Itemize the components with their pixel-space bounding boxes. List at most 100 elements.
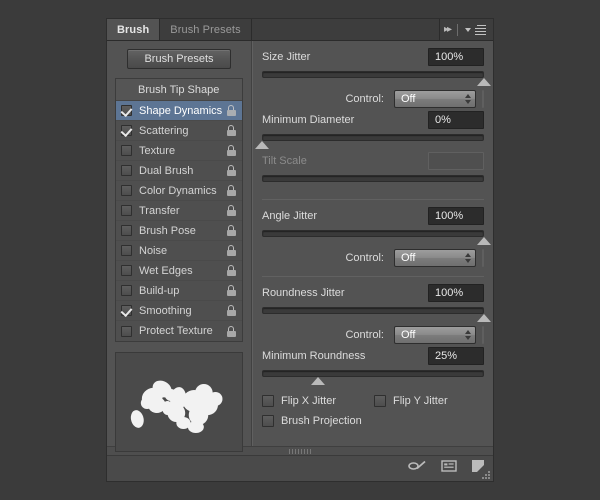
padlock-open-icon[interactable] bbox=[227, 265, 236, 276]
panel-menu-lines-icon bbox=[473, 24, 486, 35]
padlock-open-icon[interactable] bbox=[227, 105, 236, 116]
padlock-open-icon[interactable] bbox=[227, 185, 236, 196]
checkbox-wet-edges[interactable] bbox=[121, 265, 132, 276]
option-row-smoothing[interactable]: Smoothing bbox=[116, 301, 242, 321]
option-row-brush-pose[interactable]: Brush Pose bbox=[116, 221, 242, 241]
select-value: Off bbox=[401, 93, 416, 105]
checkbox-dual-brush[interactable] bbox=[121, 165, 132, 176]
padlock-open-icon[interactable] bbox=[227, 165, 236, 176]
checkbox-build-up[interactable] bbox=[121, 285, 132, 296]
padlock-open-icon[interactable] bbox=[227, 225, 236, 236]
padlock-open-icon[interactable] bbox=[227, 205, 236, 216]
brush-tip-shape-header[interactable]: Brush Tip Shape bbox=[116, 79, 242, 101]
checkbox-brush-pose[interactable] bbox=[121, 225, 132, 236]
roundness-jitter-value[interactable]: 100% bbox=[428, 284, 484, 302]
panel-body: Brush Presets Brush Tip Shape Shape Dyna… bbox=[107, 41, 493, 452]
option-label: Wet Edges bbox=[139, 264, 193, 277]
divider bbox=[262, 199, 484, 200]
tab-brush-label: Brush bbox=[117, 23, 150, 36]
option-row-scattering[interactable]: Scattering bbox=[116, 121, 242, 141]
checkbox-flip-y-jitter[interactable] bbox=[374, 395, 386, 407]
minimum-diameter-slider[interactable] bbox=[255, 133, 484, 149]
checkbox-smoothing[interactable] bbox=[121, 305, 132, 316]
option-row-texture[interactable]: Texture bbox=[116, 141, 242, 161]
scroll-grip-icon bbox=[289, 448, 311, 454]
option-row-protect-texture[interactable]: Protect Texture bbox=[116, 321, 242, 341]
size-jitter-value[interactable]: 100% bbox=[428, 48, 484, 66]
checkbox-texture[interactable] bbox=[121, 145, 132, 156]
angle-jitter-control-extra bbox=[482, 249, 484, 267]
slider-thumb[interactable] bbox=[310, 377, 325, 385]
tab-brush[interactable]: Brush bbox=[107, 19, 161, 40]
tab-brush-presets[interactable]: Brush Presets bbox=[160, 19, 252, 40]
padlock-open-icon[interactable] bbox=[227, 305, 236, 316]
brush-preview-wrap bbox=[107, 342, 251, 452]
option-row-build-up[interactable]: Build-up bbox=[116, 281, 242, 301]
slider-thumb[interactable] bbox=[255, 141, 269, 149]
size-jitter-control-select[interactable]: Off bbox=[394, 90, 476, 108]
minimum-roundness-label: Minimum Roundness bbox=[262, 350, 366, 362]
angle-jitter-value[interactable]: 100% bbox=[428, 207, 484, 225]
spinner-icon bbox=[465, 94, 471, 104]
padlock-open-icon[interactable] bbox=[227, 245, 236, 256]
slider-thumb[interactable] bbox=[477, 314, 491, 322]
size-jitter-label: Size Jitter bbox=[262, 51, 311, 63]
option-row-color-dynamics[interactable]: Color Dynamics bbox=[116, 181, 242, 201]
tab-brush-presets-label: Brush Presets bbox=[170, 23, 241, 36]
checkbox-scattering[interactable] bbox=[121, 125, 132, 136]
option-label: Build-up bbox=[139, 284, 180, 297]
checkbox-color-dynamics[interactable] bbox=[121, 185, 132, 196]
checkbox-brush-projection[interactable] bbox=[262, 415, 274, 427]
checkbox-flip-x-jitter[interactable] bbox=[262, 395, 274, 407]
minimum-roundness-slider[interactable] bbox=[262, 369, 484, 385]
resize-grip-icon[interactable] bbox=[480, 469, 490, 479]
flip-y-jitter-checkbox-row[interactable]: Flip Y Jitter bbox=[374, 395, 448, 407]
angle-jitter-section: Angle Jitter 100% Control: Off bbox=[262, 206, 491, 269]
checkbox-transfer[interactable] bbox=[121, 205, 132, 216]
checkbox-shape-dynamics[interactable] bbox=[121, 105, 132, 116]
minimum-roundness-value[interactable]: 25% bbox=[428, 347, 484, 365]
slider-thumb[interactable] bbox=[477, 78, 491, 86]
double-chevron-right-icon[interactable]: ▸▸ bbox=[444, 24, 452, 35]
padlock-open-icon[interactable] bbox=[227, 285, 236, 296]
brush-panel: Brush Brush Presets ▸▸ Brush Presets Bru… bbox=[106, 18, 494, 482]
padlock-open-icon[interactable] bbox=[227, 325, 236, 337]
option-row-dual-brush[interactable]: Dual Brush bbox=[116, 161, 242, 181]
checkbox-noise[interactable] bbox=[121, 245, 132, 256]
option-label: Noise bbox=[139, 244, 168, 257]
option-label: Color Dynamics bbox=[139, 184, 217, 197]
tilt-scale-value bbox=[428, 152, 484, 170]
option-row-wet-edges[interactable]: Wet Edges bbox=[116, 261, 242, 281]
option-row-noise[interactable]: Noise bbox=[116, 241, 242, 261]
checkbox-protect-texture[interactable] bbox=[121, 325, 132, 337]
minimum-roundness-row: Minimum Roundness 25% bbox=[262, 346, 484, 366]
padlock-open-icon[interactable] bbox=[227, 125, 236, 136]
minimum-diameter-value[interactable]: 0% bbox=[428, 111, 484, 129]
slider-track bbox=[262, 230, 484, 237]
panel-menu-triangle-icon bbox=[465, 27, 471, 32]
angle-jitter-slider[interactable] bbox=[262, 229, 491, 245]
size-jitter-section: Size Jitter 100% Control: Off bbox=[262, 47, 491, 110]
roundness-jitter-label: Roundness Jitter bbox=[262, 287, 345, 299]
brush-presets-button[interactable]: Brush Presets bbox=[127, 49, 231, 69]
option-row-transfer[interactable]: Transfer bbox=[116, 201, 242, 221]
slider-track bbox=[262, 71, 484, 78]
option-row-shape-dynamics[interactable]: Shape Dynamics bbox=[116, 101, 242, 121]
brush-preset-picker-icon[interactable] bbox=[441, 459, 457, 478]
size-jitter-slider[interactable] bbox=[262, 70, 491, 86]
toggle-airbrush-icon[interactable] bbox=[407, 459, 427, 478]
option-label: Protect Texture bbox=[139, 325, 213, 337]
panel-menu-icon[interactable] bbox=[465, 24, 486, 35]
roundness-jitter-control-extra bbox=[482, 326, 484, 344]
slider-track bbox=[262, 307, 484, 314]
minimum-diameter-section: Minimum Diameter 0% bbox=[255, 110, 484, 151]
angle-jitter-label: Angle Jitter bbox=[262, 210, 318, 222]
option-label: Transfer bbox=[139, 204, 180, 217]
padlock-open-icon[interactable] bbox=[227, 145, 236, 156]
brush-projection-checkbox-row[interactable]: Brush Projection bbox=[262, 415, 484, 427]
slider-thumb[interactable] bbox=[477, 237, 491, 245]
roundness-jitter-control-select[interactable]: Off bbox=[394, 326, 476, 344]
flip-x-jitter-checkbox-row[interactable]: Flip X Jitter bbox=[262, 395, 374, 407]
roundness-jitter-slider[interactable] bbox=[262, 306, 491, 322]
angle-jitter-control-select[interactable]: Off bbox=[394, 249, 476, 267]
